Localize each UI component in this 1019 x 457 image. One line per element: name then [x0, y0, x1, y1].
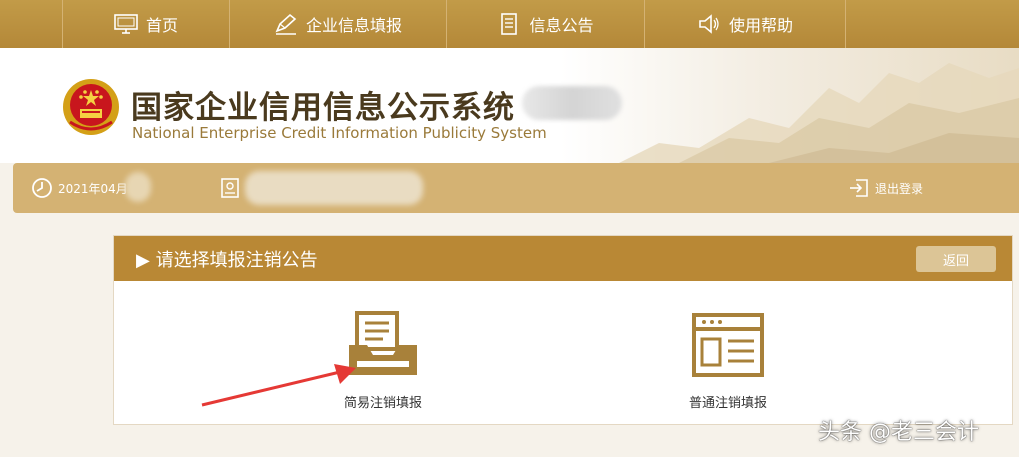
document-icon: [501, 13, 518, 35]
clock-icon: [32, 178, 52, 198]
national-emblem-icon: [63, 79, 119, 135]
back-button[interactable]: 返回: [916, 246, 996, 272]
monitor-icon: [114, 14, 138, 34]
redacted-region: [125, 172, 151, 202]
user-info-bar: 2021年04月 退出登录: [13, 163, 1019, 213]
login-date-text: 2021年04月: [58, 181, 128, 196]
nav-label: 使用帮助: [728, 16, 793, 35]
form-document-icon: [692, 313, 764, 377]
panel-header: ▶ 请选择填报注销公告 返回: [114, 236, 1012, 281]
nav-item-enterprise-report[interactable]: 企业信息填报: [230, 0, 447, 48]
top-nav: 首页 企业信息填报 信息公告 使用帮助: [0, 0, 1019, 48]
nav-label: 企业信息填报: [305, 16, 402, 35]
option-label: 普通注销填报: [689, 396, 768, 411]
site-title: 国家企业信用信息公示系统: [131, 90, 515, 126]
watermark-text: 头条 @老三会计: [818, 420, 979, 445]
logout-button[interactable]: 退出登录: [848, 163, 923, 213]
nav-item-help[interactable]: 使用帮助: [645, 0, 846, 48]
nav-label: 信息公告: [529, 16, 594, 35]
nav-item-announcements[interactable]: 信息公告: [447, 0, 645, 48]
user-name: [221, 163, 239, 213]
id-card-icon: [221, 178, 239, 198]
logout-label: 退出登录: [875, 181, 924, 196]
red-arrow-annotation: [201, 364, 356, 407]
redacted-region: [245, 171, 423, 205]
login-date: 2021年04月: [31, 163, 128, 213]
speaker-icon: [699, 14, 719, 34]
normal-cancellation-option[interactable]: 普通注销填报: [689, 311, 767, 411]
redacted-region: [522, 86, 622, 120]
nav-label: 首页: [145, 16, 178, 35]
edit-icon: [275, 13, 297, 35]
logout-icon: [850, 179, 868, 197]
site-subtitle: National Enterprise Credit Information P…: [132, 124, 547, 142]
panel-title: ▶ 请选择填报注销公告: [136, 249, 318, 271]
nav-item-home[interactable]: 首页: [62, 0, 230, 48]
site-header: 国家企业信用信息公示系统 National Enterprise Credit …: [0, 48, 1019, 163]
mountain-background-image: [619, 63, 1019, 163]
